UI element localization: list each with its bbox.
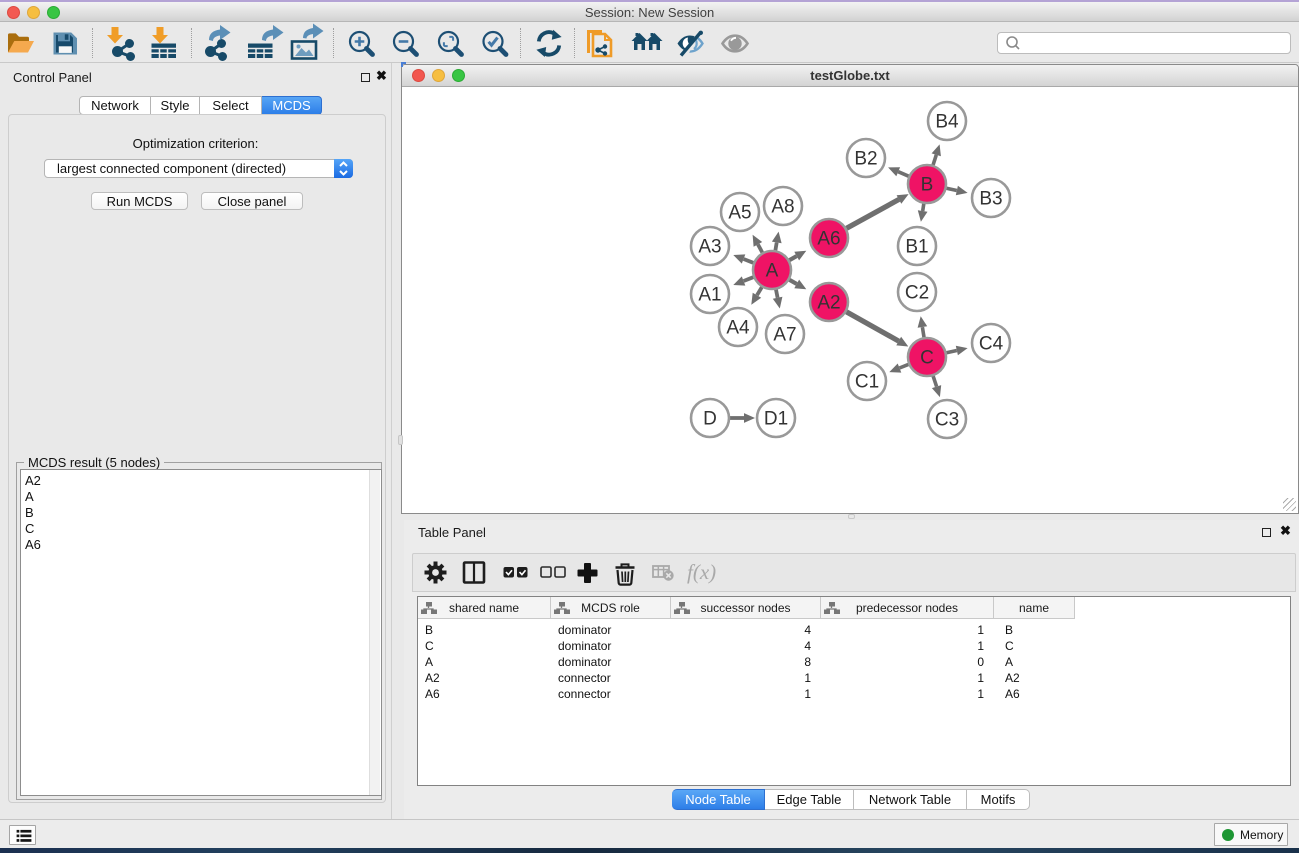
svg-text:C2: C2 [905,283,929,304]
svg-text:A5: A5 [728,203,751,224]
svg-text:C: C [920,348,934,369]
svg-text:A1: A1 [698,285,721,306]
svg-text:D1: D1 [764,409,788,430]
svg-text:C1: C1 [855,372,879,393]
svg-text:B2: B2 [854,149,877,170]
svg-text:B4: B4 [935,112,959,133]
svg-text:A3: A3 [698,237,721,258]
svg-text:A7: A7 [773,325,796,346]
svg-text:A8: A8 [771,197,794,218]
svg-text:C4: C4 [979,334,1004,355]
svg-text:A4: A4 [726,318,750,339]
svg-text:B3: B3 [979,189,1002,210]
svg-text:B1: B1 [905,237,928,258]
svg-text:A2: A2 [817,293,840,314]
svg-text:f(x): f(x) [687,560,716,584]
svg-text:D: D [703,409,717,430]
svg-text:A6: A6 [817,229,840,250]
svg-text:B: B [921,175,934,196]
svg-text:C3: C3 [935,410,959,431]
svg-text:A: A [766,261,779,282]
